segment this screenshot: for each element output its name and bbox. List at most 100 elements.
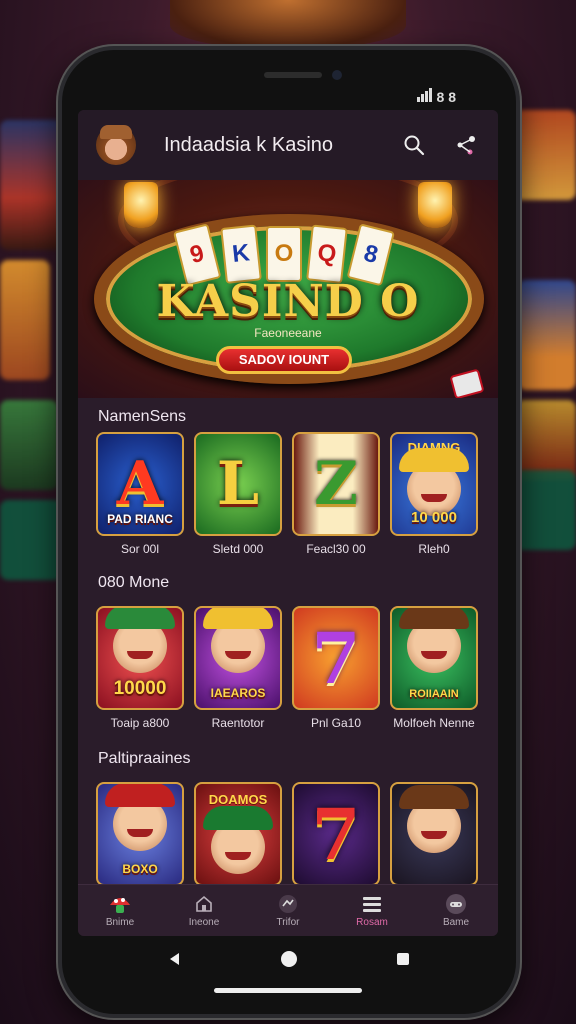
menu-icon [337, 893, 407, 915]
background-slot-machine [0, 120, 62, 250]
game-caption: Rleh0 [418, 542, 450, 556]
nav-item-bnime[interactable]: Bnime [85, 893, 155, 928]
character-face-icon [105, 784, 175, 851]
game-badge: 10000 [113, 678, 167, 699]
game-tile[interactable]: 10000 Toaip a800 [96, 606, 184, 736]
game-badge: IAEAROS [210, 686, 266, 700]
game-tile[interactable]: BOXO [96, 782, 184, 886]
game-tile[interactable]: ROIIAAIN Molfoeh Nenne [390, 606, 478, 736]
game-section: Paltipraaines BOXO DOAMOS 7 [78, 736, 498, 886]
bottom-navigation: Bnime Ineone Trifor Rosam Bame [78, 884, 498, 936]
game-thumbnail: IAEAROS [194, 606, 282, 710]
game-thumbnail: L [194, 432, 282, 536]
background-slot-machine [516, 400, 576, 480]
phone-speaker [264, 72, 322, 78]
hero-banner[interactable]: 9 K O Q 8 KASIND O Faeoneeane SADOV IOUN… [78, 180, 498, 398]
lamp-icon [124, 182, 158, 228]
game-thumbnail: BOXO [96, 782, 184, 886]
character-face-icon [399, 448, 469, 516]
game-thumbnail: 10000 [96, 606, 184, 710]
game-thumbnail: DIAMNG 10 000 [390, 432, 478, 536]
nav-item-trifor[interactable]: Trifor [253, 893, 323, 928]
background-slot-machine [0, 400, 58, 490]
game-art: Z [314, 449, 358, 519]
game-section: 080 Mone 10000 Toaip a800 IAEAROS Raento… [78, 562, 498, 736]
app-bar: Indaadsia k Kasino [78, 110, 498, 180]
game-thumbnail: 7 [292, 782, 380, 886]
game-thumbnail: DOAMOS [194, 782, 282, 886]
back-icon[interactable] [167, 951, 183, 972]
background-lamp [170, 0, 406, 50]
nav-label: Trifor [276, 917, 300, 928]
gamepad-icon [421, 893, 491, 915]
background-card-table [514, 470, 576, 550]
game-tile[interactable]: Z Feacl30 00 [292, 432, 380, 562]
game-tile[interactable]: 7 [292, 782, 380, 886]
character-face-icon [203, 608, 273, 673]
playing-card: K [220, 224, 262, 284]
character-face-icon [203, 806, 273, 874]
game-badge: BOXO [122, 862, 158, 876]
game-tile[interactable]: IAEAROS Raentotor [194, 606, 282, 736]
game-badge: PAD RIANC [107, 512, 173, 526]
game-tile[interactable]: A PAD RIANC Sor 00l [96, 432, 184, 562]
game-tile[interactable]: DIAMNG 10 000 Rleh0 [390, 432, 478, 562]
game-tile[interactable]: DOAMOS [194, 782, 282, 886]
game-thumbnail: ROIIAAIN [390, 606, 478, 710]
nav-label: Rosam [356, 917, 388, 928]
game-grid: A PAD RIANC Sor 00l L Sletd 000 Z Feacl3… [78, 432, 498, 562]
game-section: NamenSens A PAD RIANC Sor 00l L Sletd 00… [78, 398, 498, 562]
game-grid: 10000 Toaip a800 IAEAROS Raentotor 7 Pnl… [78, 606, 498, 736]
nav-label: Bnime [105, 917, 135, 928]
game-thumbnail: A PAD RIANC [96, 432, 184, 536]
share-icon[interactable] [448, 127, 484, 163]
game-badge: DOAMOS [208, 792, 268, 807]
home-button-icon[interactable] [280, 950, 298, 973]
game-caption: Sletd 000 [212, 542, 264, 556]
game-tile[interactable]: L Sletd 000 [194, 432, 282, 562]
hero-title: KASIND O [156, 276, 420, 327]
app-title: Indaadsia k Kasino [164, 133, 334, 156]
game-badge: 10 000 [411, 509, 457, 526]
nav-item-rosam[interactable]: Rosam [337, 893, 407, 928]
nav-item-ineone[interactable]: Ineone [169, 893, 239, 928]
playing-card: O [266, 226, 302, 282]
nav-label: Ineone [188, 917, 220, 928]
chart-icon [253, 893, 323, 915]
nav-item-bame[interactable]: Bame [421, 893, 491, 928]
background-slot-machine [514, 110, 576, 200]
lamp-icon [418, 182, 452, 228]
game-caption: Toaip a800 [110, 716, 170, 730]
home-indicator[interactable] [214, 988, 362, 993]
status-bar: 8 8 [416, 88, 456, 105]
game-tile[interactable]: 7 Pnl Ga10 [292, 606, 380, 736]
recents-icon[interactable] [395, 951, 411, 972]
game-caption: Feacl30 00 [306, 542, 366, 556]
hero-subtitle: Faeoneeane [254, 326, 322, 340]
game-tile[interactable] [390, 782, 478, 886]
phone-camera [332, 70, 342, 80]
character-face-icon [399, 608, 469, 673]
mushroom-icon [85, 893, 155, 915]
search-icon[interactable] [396, 127, 432, 163]
background-slot-machine [518, 280, 576, 390]
system-navigation-bar [58, 936, 520, 986]
game-thumbnail: Z [292, 432, 380, 536]
app-screen: Indaadsia k Kasino 9 K O Q 8 KASIND O Fa… [78, 110, 498, 936]
playing-card: Q [306, 224, 348, 284]
hero-cta-button[interactable]: SADOV IOUNT [216, 346, 352, 374]
avatar-icon[interactable] [96, 125, 136, 165]
nav-label: Bame [442, 917, 470, 928]
game-caption: Pnl Ga10 [310, 716, 362, 730]
game-art: L [216, 449, 260, 519]
game-caption: Raentotor [211, 716, 265, 730]
section-title: NamenSens [98, 408, 187, 425]
background-slot-machine [0, 260, 50, 380]
character-face-icon [105, 608, 175, 673]
signal-icon [416, 88, 433, 105]
game-art: A [116, 449, 164, 519]
game-caption: Molfoeh Nenne [393, 716, 475, 730]
game-caption: Sor 00l [120, 542, 160, 556]
game-thumbnail: 7 [292, 606, 380, 710]
background-card-table [0, 500, 62, 580]
